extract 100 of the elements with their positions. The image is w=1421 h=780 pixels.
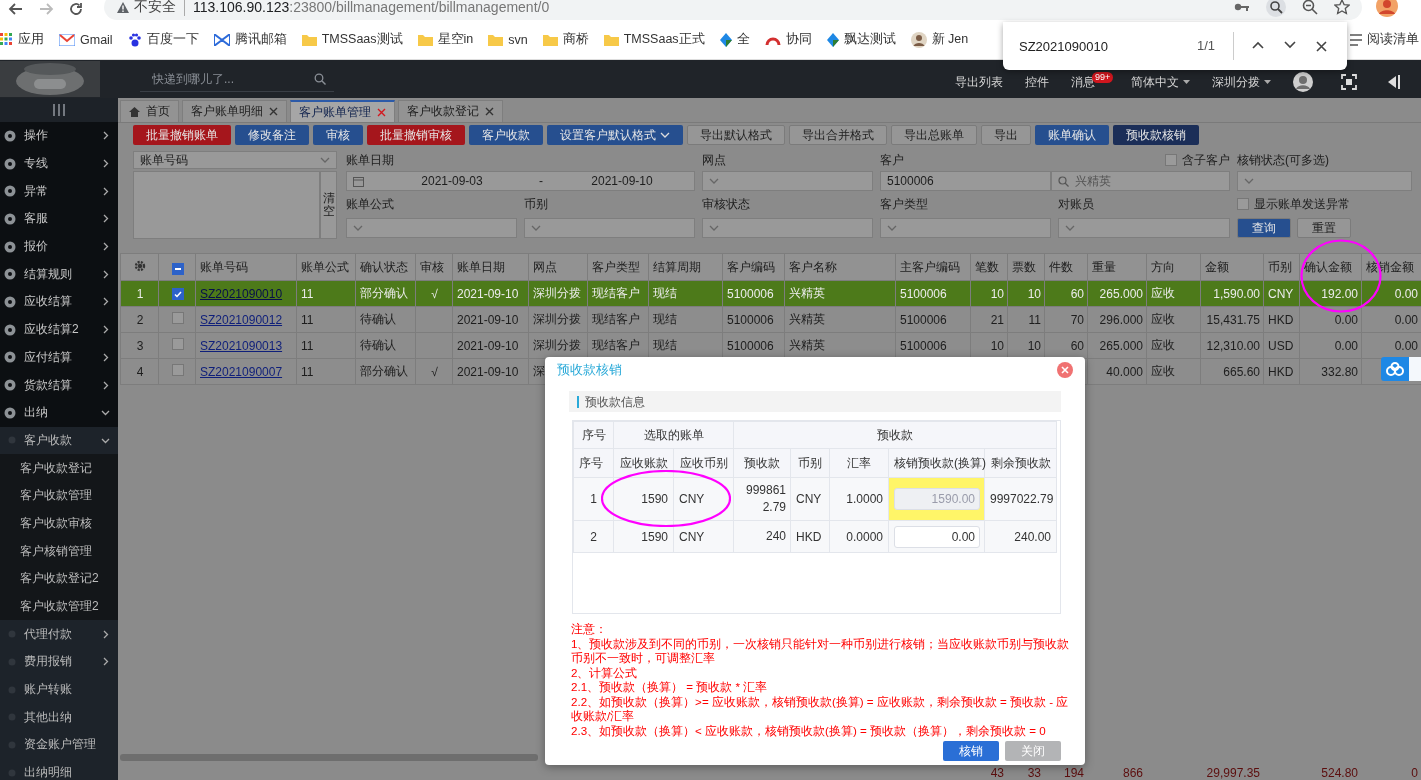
select-field[interactable] bbox=[1237, 171, 1412, 191]
menu-item[interactable]: 异常 bbox=[0, 177, 118, 206]
column-header[interactable]: 票数 bbox=[1007, 253, 1045, 281]
column-header[interactable]: 方向 bbox=[1146, 253, 1201, 281]
menu-item[interactable]: 货款结算 bbox=[0, 371, 118, 399]
menu-item[interactable]: 客户收款登记 bbox=[0, 454, 118, 482]
toolbar-button[interactable]: 批量撤销账单 bbox=[133, 125, 231, 145]
menu-item[interactable]: 客户收款 bbox=[0, 426, 118, 455]
menu-item[interactable]: 应收结算2 bbox=[0, 315, 118, 344]
tab[interactable]: 客户收款登记 bbox=[398, 100, 503, 122]
row-checkbox[interactable] bbox=[171, 288, 184, 300]
toolbar-button[interactable]: 审核 bbox=[313, 125, 363, 145]
bookmark[interactable]: TMSSaas测试 bbox=[301, 31, 403, 48]
clear-button[interactable]: 清空 bbox=[320, 171, 337, 239]
menu-item[interactable]: 代理付款 bbox=[0, 620, 118, 649]
toolbar-button[interactable]: 导出合并格式 bbox=[789, 125, 887, 145]
toolbar-button[interactable]: 导出 bbox=[981, 125, 1031, 145]
customer-field[interactable]: 5100006 bbox=[880, 171, 1051, 191]
toolbar-button[interactable]: 客户收款 bbox=[469, 125, 543, 145]
column-header[interactable]: 结算周期 bbox=[648, 253, 723, 281]
toolbar-button[interactable]: 设置客户默认格式 bbox=[547, 125, 683, 145]
toolbar-button[interactable]: 导出总账单 bbox=[891, 125, 977, 145]
table-row[interactable]: 3 SZ2021090013 11 待确认 2021-09-10 深圳分拨 现结客户 现结 5100006 兴精英 5100006 10 10 60 265.000 应收 12,310.00 USD 0.00 0.00 bbox=[120, 332, 1421, 359]
search-button[interactable]: 查询 bbox=[1237, 218, 1291, 238]
menu-item[interactable]: 费用报销 bbox=[0, 648, 118, 676]
column-header[interactable]: 确认状态 bbox=[355, 253, 416, 281]
menu-item[interactable]: 结算规则 bbox=[0, 260, 118, 289]
menu-item[interactable]: 账户转账 bbox=[0, 675, 118, 704]
select-field[interactable] bbox=[880, 218, 1051, 238]
bookmark[interactable]: 协同 bbox=[764, 31, 812, 48]
select-field[interactable] bbox=[1058, 218, 1230, 238]
reading-list-button[interactable]: 阅读清单 bbox=[1350, 31, 1419, 48]
bookmark[interactable]: svn bbox=[488, 32, 528, 47]
column-header[interactable]: 件数 bbox=[1044, 253, 1088, 281]
column-header[interactable]: 账单公式 bbox=[296, 253, 356, 281]
close-icon[interactable] bbox=[269, 107, 278, 116]
toolbar-button[interactable]: 批量撤销审核 bbox=[367, 125, 465, 145]
menu-item[interactable]: 客户核销管理 bbox=[0, 537, 118, 565]
menu-item[interactable]: 资金账户管理 bbox=[0, 731, 118, 759]
row-checkbox[interactable] bbox=[171, 312, 184, 324]
star-icon[interactable] bbox=[1334, 0, 1350, 15]
row-checkbox[interactable] bbox=[171, 338, 184, 350]
zoom-out-icon[interactable] bbox=[1302, 0, 1318, 15]
column-header[interactable]: 客户编码 bbox=[722, 253, 785, 281]
bookmark[interactable]: 腾讯邮箱 bbox=[213, 31, 287, 48]
column-header[interactable]: 账单号码 bbox=[195, 253, 297, 281]
menu-item[interactable]: 客户收款审核 bbox=[0, 509, 118, 538]
toolbar-button[interactable]: 修改备注 bbox=[235, 125, 309, 145]
column-header[interactable]: 重量 bbox=[1087, 253, 1147, 281]
reset-button[interactable]: 重置 bbox=[1297, 218, 1351, 238]
bookmark[interactable]: 应用 bbox=[0, 31, 44, 48]
menu-item[interactable]: 出纳明细 bbox=[0, 758, 118, 780]
confirm-button[interactable]: 核销 bbox=[943, 741, 999, 761]
header-dropdown[interactable]: 简体中文 bbox=[1131, 75, 1190, 89]
menu-item[interactable]: 客户收款登记2 bbox=[0, 565, 118, 593]
toolbar-button[interactable]: 导出默认格式 bbox=[687, 125, 785, 145]
bookmark[interactable]: 星空in bbox=[417, 31, 474, 48]
bookmark[interactable]: 全 bbox=[719, 31, 750, 48]
menu-item[interactable]: 应付结算 bbox=[0, 343, 118, 372]
column-header[interactable]: 账单日期 bbox=[452, 253, 529, 281]
select-field[interactable] bbox=[702, 171, 873, 191]
close-icon[interactable] bbox=[485, 107, 494, 116]
date-range-field[interactable]: 2021-09-03 - 2021-09-10 bbox=[346, 171, 695, 191]
find-button[interactable] bbox=[1266, 0, 1286, 17]
reload-icon[interactable] bbox=[68, 1, 84, 17]
menu-item[interactable]: 操作 bbox=[0, 122, 118, 150]
header-dropdown[interactable]: 深圳分拨 bbox=[1212, 75, 1271, 89]
header-link[interactable]: 导出列表 bbox=[955, 75, 1003, 89]
column-header[interactable]: 审核 bbox=[415, 253, 453, 281]
column-header[interactable]: 金额 bbox=[1200, 253, 1264, 281]
writeoff-field[interactable]: 0.00 bbox=[894, 525, 980, 548]
bookmark[interactable]: Gmail bbox=[59, 32, 113, 47]
toolbar-button[interactable]: 账单确认 bbox=[1035, 125, 1109, 145]
column-header[interactable]: 笔数 bbox=[970, 253, 1008, 281]
bookmark[interactable]: 商桥 bbox=[542, 31, 589, 48]
menu-item[interactable]: 报价 bbox=[0, 232, 118, 261]
checkbox[interactable] bbox=[1165, 154, 1177, 166]
bookmark[interactable]: TMSSaas正式 bbox=[603, 31, 705, 48]
header-link[interactable]: 控件 bbox=[1025, 75, 1049, 89]
select-field[interactable] bbox=[524, 218, 695, 238]
menu-item[interactable]: 专线 bbox=[0, 149, 118, 178]
settings-icon[interactable] bbox=[134, 259, 146, 272]
tab[interactable]: 客户账单管理 bbox=[290, 100, 395, 122]
menu-item[interactable]: 出纳 bbox=[0, 398, 118, 427]
column-header[interactable]: 客户名称 bbox=[784, 253, 896, 281]
bookmark[interactable]: 飘达测试 bbox=[826, 31, 896, 48]
column-header[interactable]: 主客户编码 bbox=[895, 253, 971, 281]
messages-link[interactable]: 消息 bbox=[1071, 75, 1095, 89]
column-header[interactable]: 确认金额 bbox=[1299, 253, 1362, 281]
user-avatar[interactable] bbox=[1293, 72, 1313, 92]
tab[interactable]: 客户账单明细 bbox=[182, 100, 287, 122]
scrollbar[interactable] bbox=[120, 754, 538, 761]
find-field[interactable]: SZ2021090010 bbox=[1019, 38, 1189, 54]
menu-item[interactable]: 客服 bbox=[0, 205, 118, 233]
bookmark[interactable]: 百度一下 bbox=[127, 31, 199, 48]
menu-icon[interactable] bbox=[52, 104, 66, 116]
select-all-checkbox[interactable] bbox=[171, 263, 184, 275]
key-icon[interactable] bbox=[1234, 2, 1250, 12]
back-icon[interactable] bbox=[8, 1, 24, 17]
column-header[interactable]: 网点 bbox=[528, 253, 588, 281]
